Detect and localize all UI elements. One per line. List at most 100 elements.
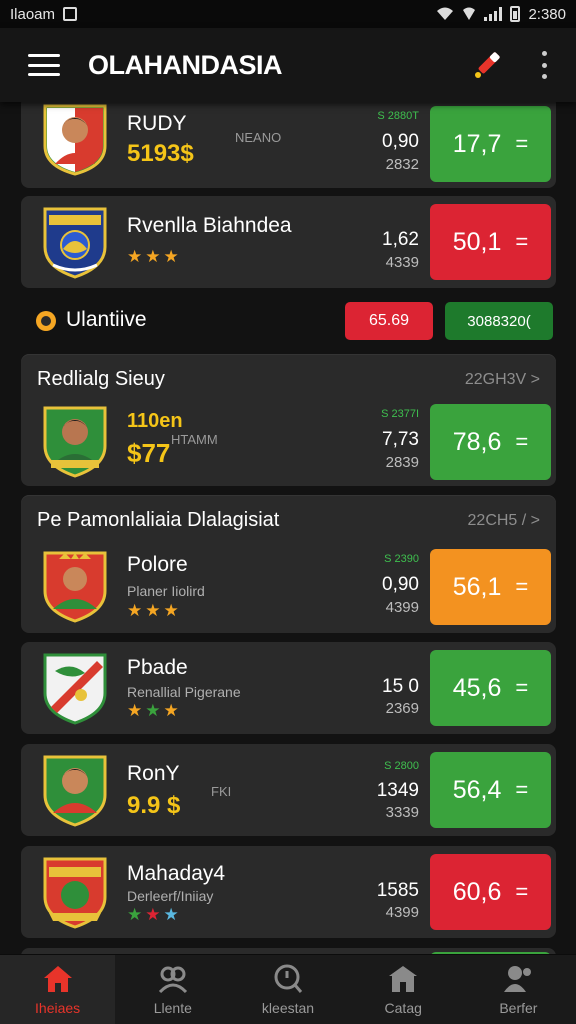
section-title: Pe Pamonlaliaia Dlalagisiat: [37, 509, 280, 531]
banner-left-value[interactable]: 65.69: [345, 302, 433, 340]
equals-icon: =: [515, 879, 529, 904]
player-avatar-icon: [43, 755, 107, 827]
search-icon: [274, 964, 303, 993]
location-icon: [463, 7, 476, 20]
summary-banner: Ulantiive 65.69 3088320(: [21, 296, 556, 346]
stat-secondary: 4399: [385, 904, 419, 921]
rating-button[interactable]: 60,6 =: [430, 854, 551, 930]
edit-icon[interactable]: [470, 48, 504, 82]
stat-secondary: 4399: [385, 599, 419, 616]
player-subtitle: Planer Iiolird: [127, 583, 205, 599]
equals-icon: =: [515, 429, 529, 454]
list-item[interactable]: Mahaday4 Derleerf/Iniiay ★★★ 1585 4399 6…: [21, 846, 556, 938]
stat-primary: 0,90: [382, 131, 419, 152]
rating-stars-icon: ★★★: [127, 247, 182, 266]
player-subtitle: HTAMM: [171, 432, 218, 447]
players-icon: [158, 966, 187, 993]
section-link[interactable]: 22GH3V >: [465, 371, 540, 389]
rating-stars-icon: ★★★: [127, 905, 182, 924]
club-crest-icon: [43, 551, 107, 623]
store-icon: [389, 965, 418, 992]
profile-icon: [504, 965, 532, 992]
more-icon[interactable]: [534, 51, 554, 79]
banner-right-value[interactable]: 3088320(: [445, 302, 553, 340]
club-crest-icon: [43, 207, 107, 279]
trend-tag: S 2377I: [381, 408, 419, 420]
player-name: 110en: [127, 410, 183, 432]
rating-button[interactable]: 50,1 =: [430, 204, 551, 280]
stat-primary: 1,62: [382, 229, 419, 250]
market-list: RUDY 5193$ NEANO S 2880T 0,90 2832 17,7 =…: [0, 102, 576, 954]
player-subtitle: Renallial Pigerane: [127, 684, 241, 700]
nav-search[interactable]: kleestan: [230, 955, 345, 1024]
stat-secondary: 2832: [385, 156, 419, 173]
rating-value: 56,1: [452, 572, 502, 601]
player-name: RUDY: [127, 112, 187, 135]
club-crest-icon: [43, 653, 107, 725]
status-left-text: Ilaoam: [10, 5, 56, 23]
rating-button[interactable]: 17,7 =: [430, 106, 551, 182]
stat-secondary: 2369: [385, 700, 419, 717]
section-link[interactable]: 22CH5 / >: [468, 512, 540, 530]
signal-icon: [484, 7, 503, 21]
equals-icon: =: [515, 131, 529, 156]
nav-label: Iheiaes: [35, 999, 81, 1016]
battery-icon: [510, 6, 521, 22]
rating-value: 60,6: [452, 877, 502, 906]
nav-label: kleestan: [261, 999, 315, 1016]
rating-button[interactable]: 45,6 =: [430, 650, 551, 726]
menu-icon[interactable]: [28, 54, 60, 76]
section-title: Redlialg Sieuy: [37, 368, 165, 390]
section-card: Pe Pamonlaliaia Dlalagisiat 22CH5 / > Po…: [21, 495, 556, 633]
player-name: Mahaday4: [127, 862, 226, 885]
club-crest-icon: [43, 857, 107, 929]
list-item[interactable]: Pbade Renallial Pigerane ★★★ 15 0 2369 4…: [21, 642, 556, 734]
player-name: Pbade: [127, 656, 188, 679]
coin-icon: [36, 311, 56, 331]
player-price: 5193$: [127, 140, 194, 167]
banner-left-text: 65.69: [368, 312, 410, 329]
stat-secondary: 3339: [385, 804, 419, 821]
list-item[interactable]: RUDY 5193$ NEANO S 2880T 0,90 2832 17,7 =: [21, 102, 556, 188]
nav-label: Berfer: [499, 999, 538, 1016]
list-item[interactable]: Polore Planer Iiolird ★★★ S 2390 0,90 43…: [21, 541, 556, 631]
player-price: 9.9 $: [127, 792, 181, 819]
rating-value: 50,1: [452, 227, 502, 256]
list-item[interactable]: Rvenlla Biahndea ★★★ 1,62 4339 50,1 =: [21, 196, 556, 288]
list-item[interactable]: 110en $77 HTAMM S 2377I 7,73 2839 78,6 =: [21, 396, 556, 486]
notification-icon: [63, 7, 78, 21]
rating-value: 45,6: [452, 673, 502, 702]
stat-primary: 0,90: [382, 574, 419, 595]
rating-value: 17,7: [452, 129, 502, 158]
equals-icon: =: [515, 675, 529, 700]
section-card: Redlialg Sieuy 22GH3V > 110en $77 HTAMM …: [21, 354, 556, 486]
stat-secondary: 2839: [385, 454, 419, 471]
equals-icon: =: [515, 777, 529, 802]
rating-button[interactable]: 56,1 =: [430, 549, 551, 625]
nav-profile[interactable]: Berfer: [461, 955, 576, 1024]
app-title: OLAHANDASIA: [88, 49, 283, 80]
rating-button[interactable]: 56,4 =: [430, 752, 551, 828]
rating-stars-icon: ★★★: [127, 601, 182, 620]
player-avatar-icon: [43, 104, 107, 176]
nav-players[interactable]: Llente: [115, 955, 230, 1024]
stat-primary: 1585: [376, 880, 419, 901]
stat-secondary: 4339: [385, 254, 419, 271]
rating-value: 78,6: [452, 427, 502, 456]
nav-label: Catag: [384, 999, 422, 1016]
player-name: Rvenlla Biahndea: [127, 214, 292, 237]
equals-icon: =: [515, 229, 529, 254]
banner-right-text: 3088320(: [467, 312, 531, 330]
list-item[interactable]: RonY 9.9 $ FKI S 2800 1349 3339 56,4 =: [21, 744, 556, 836]
player-name: RonY: [127, 762, 180, 785]
player-name: Polore: [127, 553, 188, 576]
nav-home[interactable]: Iheiaes: [0, 955, 116, 1024]
player-subtitle: FKI: [211, 784, 232, 799]
rating-button[interactable]: 78,6 =: [430, 404, 551, 480]
rating-value: 56,4: [452, 775, 502, 804]
rating-stars-icon: ★★★: [127, 701, 182, 720]
status-bar: Ilaoam 2:380: [0, 0, 576, 28]
player-subtitle: NEANO: [235, 130, 282, 145]
nav-store[interactable]: Catag: [346, 955, 461, 1024]
trend-tag: S 2880T: [377, 110, 419, 122]
